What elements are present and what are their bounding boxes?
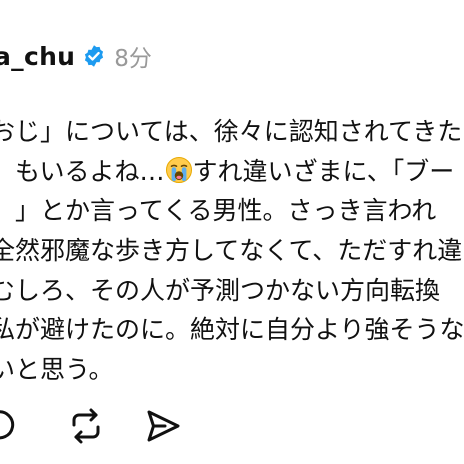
repost-icon [72, 408, 100, 444]
post-line: おじ」については、徐々に認知されてきた [0, 117, 463, 146]
username[interactable]: a_chu [0, 42, 75, 71]
speech-bubble-icon [0, 410, 15, 440]
share-button[interactable] [143, 404, 183, 448]
post-body: おじ」については、徐々に認知されてきた 」もいるよね… すれ違いざまに、「ブー … [0, 112, 464, 390]
action-bar [0, 404, 464, 448]
verified-badge-icon [82, 44, 106, 68]
repost-button[interactable] [66, 404, 106, 448]
loudly-crying-face-icon [165, 156, 193, 184]
post-line: 」もいるよね… すれ違いざまに、「ブー [0, 152, 464, 192]
timestamp: 8分 [114, 46, 152, 72]
send-icon [147, 410, 180, 442]
post-header: a_chu 8分 [0, 36, 152, 76]
post-line-text: 」もいるよね… [0, 156, 165, 186]
post-line: 全然邪魔な歩き方してなくて、ただすれ違 [0, 236, 463, 266]
post-line: むしろ、その人が予測つかない方向転換 [0, 275, 441, 305]
post-line: いと思う。 [0, 355, 114, 385]
post-line-text: すれ違いざまに、「ブー [192, 156, 455, 186]
post-line: ！」とか言ってくる男性。さっき言われ [0, 196, 437, 226]
comment-button[interactable] [0, 404, 22, 448]
post-line: 私が避けたのに。絶対に自分より強そうな [0, 315, 464, 345]
thread-post: a_chu 8分 おじ」については、徐々に認知されてきた 」もいるよね… すれ違… [0, 0, 464, 464]
